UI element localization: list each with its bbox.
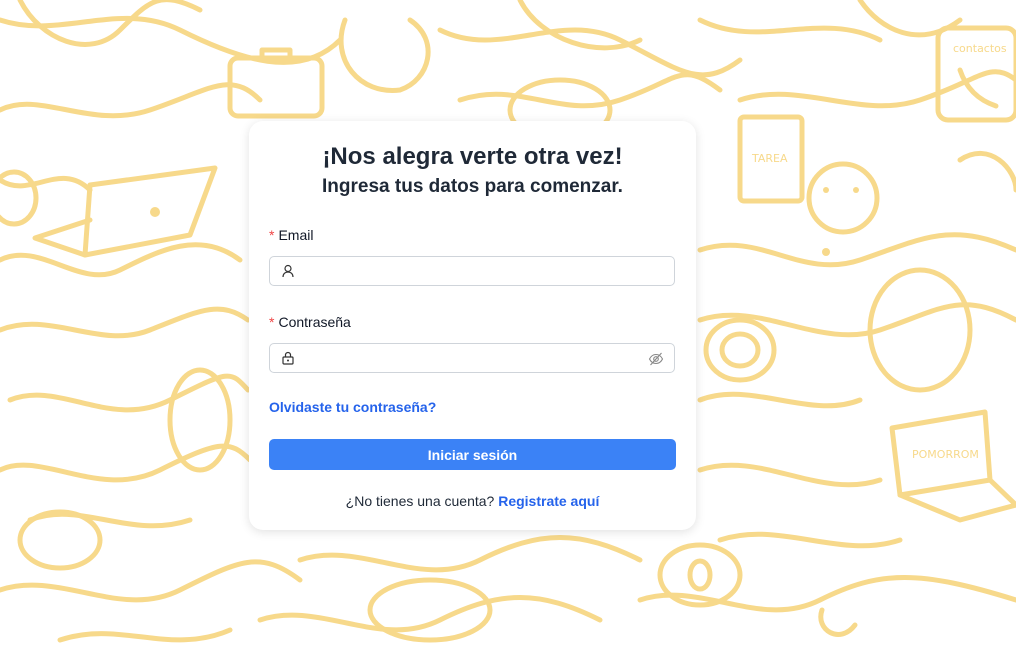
- register-prompt-text: ¿No tienes una cuenta?: [345, 493, 495, 509]
- required-marker: *: [269, 314, 275, 330]
- password-label-text: Contraseña: [278, 314, 351, 330]
- register-link[interactable]: Registrate aquí: [498, 493, 599, 509]
- required-marker: *: [269, 227, 275, 243]
- register-prompt: ¿No tienes una cuenta? Registrate aquí: [249, 493, 696, 509]
- login-card: ¡Nos alegra verte otra vez! Ingresa tus …: [249, 121, 696, 530]
- password-input[interactable]: [300, 347, 642, 371]
- login-button[interactable]: Iniciar sesión: [269, 439, 676, 470]
- email-input[interactable]: [300, 260, 642, 284]
- eye-off-icon[interactable]: [648, 351, 664, 367]
- forgot-password-link[interactable]: Olvidaste tu contraseña?: [269, 399, 436, 415]
- page-title: ¡Nos alegra verte otra vez!: [322, 143, 623, 170]
- task-doodle-text: TAREA: [751, 152, 788, 165]
- password-label: * Contraseña: [269, 314, 351, 330]
- pomodoro-doodle-text: POMORROM: [912, 448, 979, 461]
- email-label-text: Email: [278, 227, 314, 243]
- email-field[interactable]: [269, 256, 675, 286]
- password-field[interactable]: [269, 343, 675, 373]
- user-icon: [282, 264, 294, 278]
- lock-icon: [282, 351, 294, 365]
- email-label: * Email: [269, 227, 313, 243]
- page-subtitle: Ingresa tus datos para comenzar.: [322, 176, 623, 197]
- contacts-doodle-text: contactos: [953, 42, 1007, 55]
